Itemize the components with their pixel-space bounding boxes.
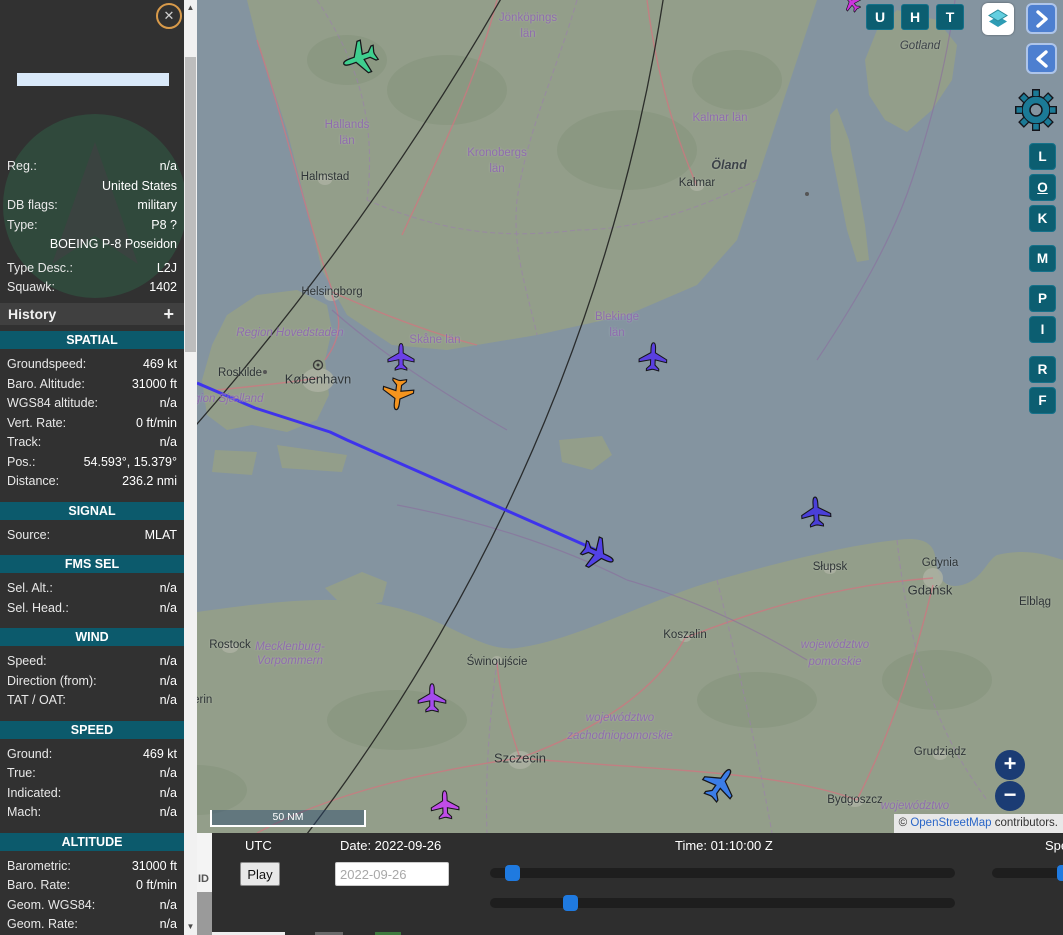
aircraft-identity: Reg.: n/a United States DB flags: military… (0, 157, 184, 298)
section-header-altitude: ALTITUDE (0, 832, 184, 851)
time-label: Time: 01:10:00 Z (675, 838, 773, 853)
section-header-wind: WIND (0, 628, 184, 646)
aircraft-icon-blue-north[interactable] (629, 333, 677, 381)
history-add-button[interactable]: + (163, 304, 174, 325)
map-attribution: © OpenStreetMap contributors. (893, 814, 1063, 833)
speed-label: Speed (1045, 838, 1063, 853)
zoom-out-button[interactable]: − (995, 781, 1025, 811)
info-row: Type Desc.: L2J (7, 260, 177, 275)
chevron-right-icon (1035, 9, 1048, 28)
history-title: History (8, 306, 57, 322)
section-header-speed: SPEED (0, 720, 184, 739)
range-slider-handle[interactable] (563, 895, 578, 911)
playback-panel: UTC Date: 2022-09-26 Time: 01:10:00 Z Sp… (212, 833, 1063, 935)
aircraft-icon-green[interactable] (336, 34, 384, 82)
aircraft-icon-lightblue[interactable] (696, 760, 744, 808)
speed-slider[interactable] (992, 865, 1063, 881)
play-button[interactable]: Play (240, 862, 280, 886)
id-column-label: ID (198, 873, 209, 885)
button-m[interactable]: M (1029, 245, 1056, 272)
openstreetmap-link[interactable]: OpenStreetMap (910, 817, 991, 829)
section-header-fms-sel: FMS SEL (0, 555, 184, 573)
button-t[interactable]: T (936, 4, 964, 30)
button-l[interactable]: L (1029, 143, 1056, 170)
button-i[interactable]: I (1029, 316, 1056, 343)
attribution-suffix: contributors. (994, 817, 1058, 829)
button-k[interactable]: K (1029, 205, 1056, 232)
info-row: United States (101, 178, 177, 193)
time-slider-handle[interactable] (505, 865, 520, 881)
utc-label: UTC (245, 838, 272, 853)
scroll-down-icon[interactable]: ▼ (184, 919, 197, 935)
zoom-in-button[interactable]: + (995, 750, 1025, 780)
expand-right-button[interactable] (1026, 3, 1057, 34)
button-h[interactable]: H (901, 4, 929, 30)
info-row: BOEING P-8 Poseidon (49, 237, 177, 251)
collapse-left-button[interactable] (1026, 43, 1057, 74)
button-r[interactable]: R (1029, 356, 1056, 383)
button-u[interactable]: U (866, 4, 894, 30)
scale-bar: 50 NM (210, 810, 366, 827)
chevron-left-icon (1035, 49, 1048, 68)
info-row: Type: P8 ? (7, 217, 177, 232)
layers-icon (988, 9, 1008, 27)
sidebar-scrollbar[interactable]: ▲ ▼ (184, 0, 197, 935)
time-slider[interactable] (490, 865, 955, 881)
layers-button[interactable] (982, 3, 1014, 35)
aircraft-icon-violet[interactable] (408, 674, 456, 722)
aircraft-icon-blue-east[interactable] (792, 488, 840, 536)
id-column-strip: ID (197, 833, 212, 935)
flight-tracker-app: ✕ Reg.: n/a United States DB flags: milita… (0, 0, 1063, 935)
button-p[interactable]: P (1029, 285, 1056, 312)
map-canvas[interactable]: Jönköpings län Gotland Hallands län Kron… (197, 0, 1063, 833)
aircraft-icon-selected-p8[interactable] (574, 530, 622, 578)
button-f[interactable]: F (1029, 387, 1056, 414)
aircraft-icon-magenta[interactable] (421, 781, 469, 829)
info-row: Reg.: n/a (7, 159, 177, 173)
settings-gear-icon[interactable] (1010, 84, 1062, 136)
basemap-tiles (197, 0, 1063, 833)
scrollbar-thumb[interactable] (185, 57, 196, 352)
date-input[interactable] (335, 862, 449, 886)
history-header: History + (0, 303, 184, 325)
range-slider[interactable] (490, 895, 955, 911)
section-header-signal: SIGNAL (0, 501, 184, 520)
info-row: Squawk: 1402 (7, 280, 177, 294)
date-label: Date: 2022-09-26 (340, 838, 442, 853)
button-o[interactable]: O (1029, 174, 1056, 201)
section-header-spatial: SPATIAL (0, 331, 184, 349)
aircraft-icon-orange[interactable] (374, 370, 422, 418)
selected-flight-bar[interactable] (17, 73, 169, 86)
speed-slider-handle[interactable] (1057, 865, 1063, 881)
close-icon[interactable]: ✕ (156, 3, 182, 29)
info-row: DB flags: military (7, 198, 177, 212)
scroll-up-icon[interactable]: ▲ (184, 0, 197, 16)
aircraft-info-panel: ✕ Reg.: n/a United States DB flags: milita… (0, 0, 184, 935)
telemetry-sections: SPATIAL Groundspeed: 469 kt Baro. Altitud… (0, 325, 184, 935)
copyright-symbol: © (898, 817, 908, 829)
